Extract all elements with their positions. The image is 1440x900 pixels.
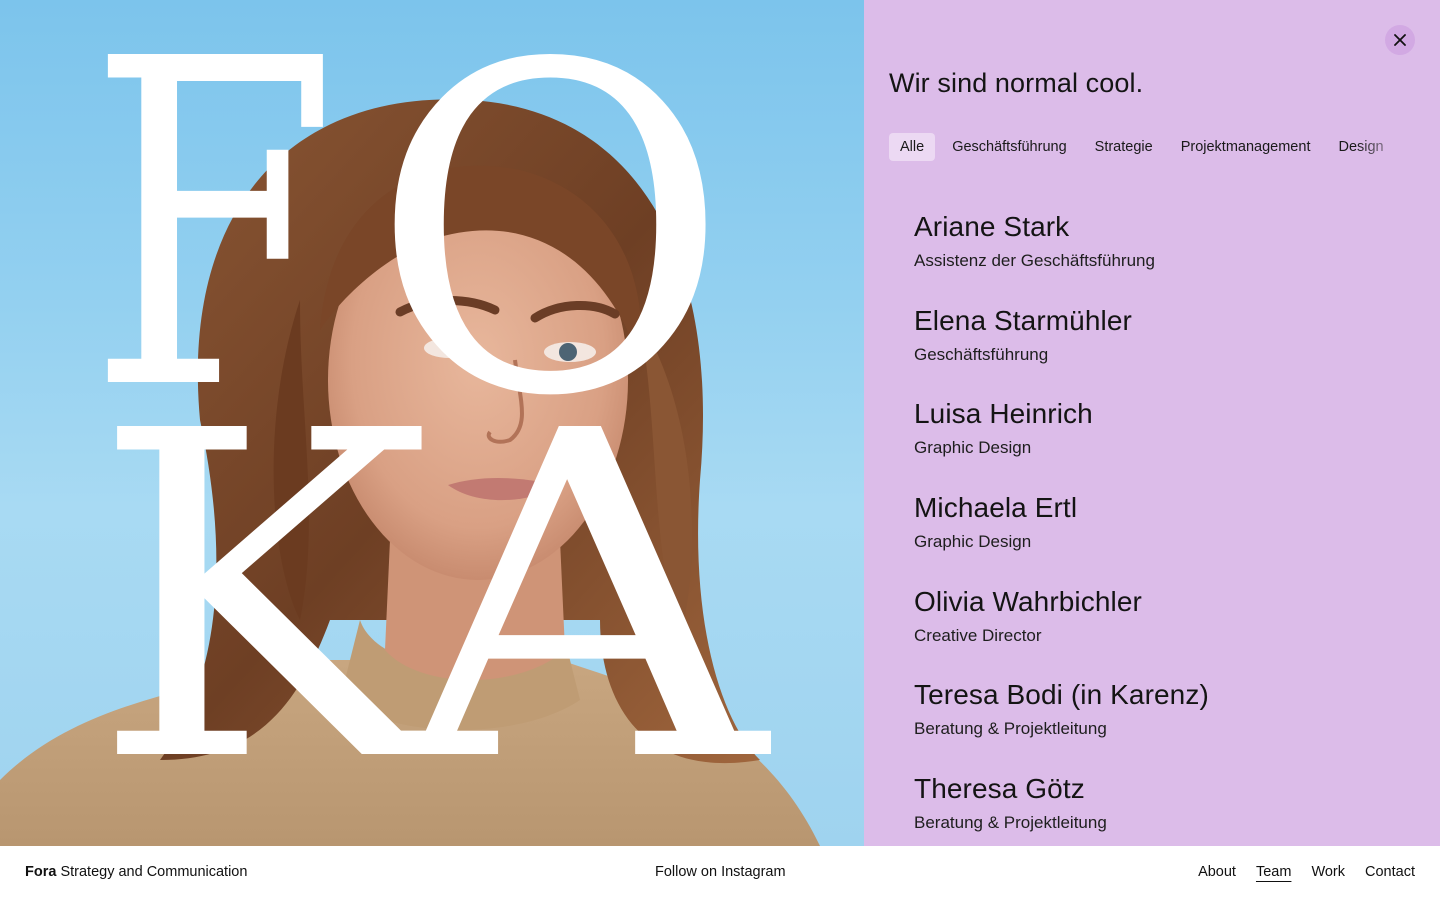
filter-strategie[interactable]: Strategie [1084,133,1164,161]
team-list: Ariane Stark Assistenz der Geschäftsführ… [914,208,1414,846]
filter-projektmanagement[interactable]: Projektmanagement [1170,133,1322,161]
team-member[interactable]: Olivia Wahrbichler Creative Director [914,583,1414,677]
member-name: Olivia Wahrbichler [914,585,1142,617]
team-member[interactable]: Theresa Götz Beratung & Projektleitung [914,770,1414,846]
filter-design[interactable]: Design [1327,133,1394,161]
team-panel: Wir sind normal cool. Alle Geschäftsführ… [864,0,1440,846]
hero-image: F O K A [0,0,864,846]
member-role: Graphic Design [914,532,1032,552]
nav-work[interactable]: Work [1311,864,1345,880]
member-role: Graphic Design [914,438,1032,458]
member-role: Assistenz der Geschäftsführung [914,251,1155,270]
close-button[interactable] [1385,25,1415,55]
team-member[interactable]: Michaela Ertl Graphic Design [914,489,1414,583]
member-role: Beratung & Projektleitung [914,719,1107,739]
member-role: Beratung & Projektleitung [914,813,1107,833]
portrait-photo [0,99,820,846]
close-icon [1394,34,1406,46]
brand-tagline: Strategy and Communication [56,864,248,880]
team-member[interactable]: Ariane Stark Assistenz der Geschäftsführ… [914,208,1414,302]
member-name: Luisa Heinrich [914,398,1093,430]
member-name: Michaela Ertl [914,492,1078,524]
nav-contact[interactable]: Contact [1365,864,1415,880]
nav-about[interactable]: About [1198,864,1236,880]
brand-bold: Fora [25,864,57,880]
panel-title: Wir sind normal cool. [889,68,1144,98]
filter-tabs: Alle Geschäftsführung Strategie Projektm… [889,133,1416,161]
filter-alle[interactable]: Alle [889,133,936,161]
nav-team[interactable]: Team [1256,864,1291,880]
member-name: Elena Starmühler [914,304,1132,336]
team-member[interactable]: Elena Starmühler Geschäftsführung [914,302,1414,396]
filter-geschaeftsfuehrung[interactable]: Geschäftsführung [941,133,1077,161]
team-member[interactable]: Luisa Heinrich Graphic Design [914,395,1414,489]
member-name: Theresa Götz [914,773,1085,805]
member-name: Teresa Bodi (in Karenz) [914,679,1209,711]
member-role: Geschäftsführung [914,344,1049,364]
team-member[interactable]: Teresa Bodi (in Karenz) Beratung & Proje… [914,676,1414,770]
instagram-link[interactable]: Follow on Instagram [655,864,786,880]
brand-name[interactable]: Fora Strategy and Communication [25,864,247,880]
site-footer: Fora Strategy and Communication Follow o… [0,846,1440,900]
member-name: Ariane Stark [914,211,1070,242]
member-role: Creative Director [914,625,1042,645]
footer-nav: About Team Work Contact [1198,864,1415,880]
